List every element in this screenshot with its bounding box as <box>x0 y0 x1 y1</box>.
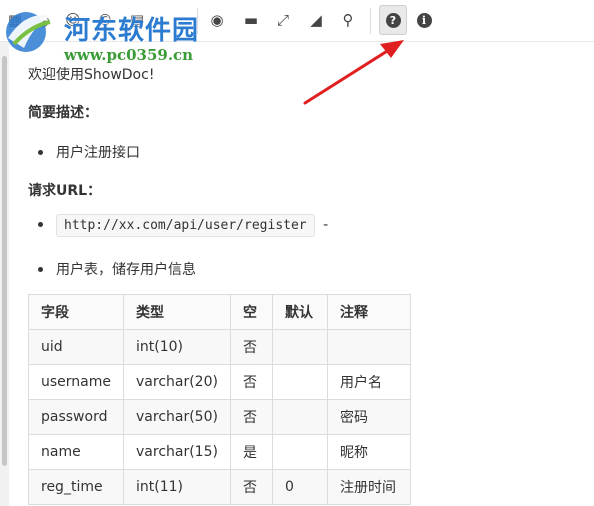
info-glyph: i <box>416 12 432 28</box>
table-row: password varchar(50) 否 密码 <box>28 399 411 435</box>
cell-type: int(11) <box>123 469 231 505</box>
cell-default <box>271 329 328 365</box>
cell-null: 否 <box>229 364 273 400</box>
cell-comment: 密码 <box>326 399 411 435</box>
watermark-title: 河东软件园 <box>64 16 200 46</box>
table-row: uid int(10) 否 <box>28 329 411 365</box>
cell-type: varchar(50) <box>123 399 231 435</box>
fields-table: 字段 类型 空 默认 注释 uid int(10) 否 username var… <box>28 294 411 505</box>
table-note-text: 用户表，储存用户信息 <box>56 262 196 278</box>
url-suffix: - <box>323 217 329 233</box>
cell-comment <box>326 329 411 365</box>
preview-scrollbar[interactable] <box>0 42 9 506</box>
desktop-icon[interactable]: ▬ <box>238 7 264 33</box>
cell-default: 0 <box>271 469 328 505</box>
header-field: 字段 <box>28 294 124 330</box>
cell-field: uid <box>28 329 124 365</box>
cell-type: varchar(15) <box>123 434 231 470</box>
cell-null: 是 <box>229 434 273 470</box>
cell-comment: 用户名 <box>326 364 411 400</box>
table-row: name varchar(15) 是 昵称 <box>28 434 411 470</box>
table-row: username varchar(20) 否 用户名 <box>28 364 411 400</box>
table-note-item: 用户表，储存用户信息 <box>38 259 196 279</box>
header-comment: 注释 <box>326 294 411 330</box>
cell-comment: 昵称 <box>326 434 411 470</box>
help-glyph: ? <box>385 12 401 28</box>
search-icon[interactable]: ⚲ <box>335 7 361 33</box>
eye-slash-icon[interactable]: ◉ <box>204 7 230 33</box>
cell-null: 否 <box>229 399 273 435</box>
cell-field: name <box>28 434 124 470</box>
bullet <box>38 149 43 155</box>
watermark-url: www.pc0359.cn <box>64 46 194 64</box>
welcome-text: 欢迎使用ShowDoc! <box>28 67 155 83</box>
url-list-item: http://xx.com/api/user/register - <box>38 214 329 237</box>
cell-default <box>271 399 328 435</box>
toolbar-divider <box>370 8 371 34</box>
cell-null: 否 <box>229 469 273 505</box>
bullet <box>38 266 43 272</box>
cell-comment: 注册时间 <box>326 469 411 505</box>
header-type: 类型 <box>123 294 231 330</box>
fullscreen-icon[interactable]: ⤢ <box>270 7 296 33</box>
cell-default <box>271 434 328 470</box>
url-code: http://xx.com/api/user/register <box>56 214 315 237</box>
brief-heading: 简要描述： <box>28 105 98 121</box>
url-heading: 请求URL： <box>28 183 102 199</box>
bullet <box>38 221 43 227</box>
table-row: reg_time int(11) 否 0 注册时间 <box>28 469 411 505</box>
info-icon[interactable]: i <box>411 7 437 33</box>
cell-field: reg_time <box>28 469 124 505</box>
cell-type: varchar(20) <box>123 364 231 400</box>
header-null: 空 <box>229 294 273 330</box>
eraser-icon[interactable]: ◢ <box>303 7 329 33</box>
header-default: 默认 <box>271 294 328 330</box>
cell-type: int(10) <box>123 329 231 365</box>
help-icon[interactable]: ? <box>379 5 407 35</box>
cell-field: username <box>28 364 124 400</box>
scrollbar-thumb[interactable] <box>2 56 7 466</box>
cell-null: 否 <box>229 329 273 365</box>
table-header-row: 字段 类型 空 默认 注释 <box>28 294 411 330</box>
brief-item-text: 用户注册接口 <box>56 145 140 161</box>
cell-default <box>271 364 328 400</box>
cell-field: password <box>28 399 124 435</box>
brief-list-item: 用户注册接口 <box>38 142 140 162</box>
